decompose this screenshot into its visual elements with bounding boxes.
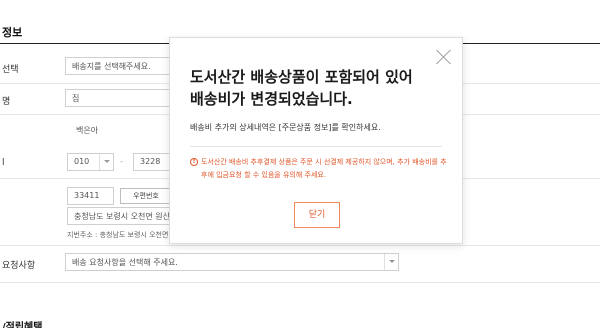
address-select-value: 배송지를 선택해주세요. bbox=[72, 62, 151, 71]
phone-mid-input[interactable]: 3228 bbox=[133, 153, 173, 171]
modal-description: 배송비 추가의 상세내역은 [주문상품 정보]를 확인하세요. bbox=[190, 123, 381, 132]
row-label-phone: l bbox=[2, 158, 5, 168]
zipcode-value: 33411 bbox=[74, 191, 100, 200]
delivery-request-select[interactable]: 배송 요청사항을 선택해 주세요. bbox=[65, 253, 399, 271]
row-label-select-address: 선택 bbox=[2, 65, 19, 75]
row-label-address-name: 명 bbox=[2, 97, 11, 107]
delivery-request-value: 배송 요청사항을 선택해 주세요. bbox=[72, 258, 178, 267]
phone-prefix-select[interactable]: 010 bbox=[67, 153, 114, 171]
address-input[interactable]: 충청남도 보령시 오천면 원산... bbox=[67, 207, 173, 225]
address-note: 지번주소 : 충청남도 보령시 오천면 bbox=[67, 231, 169, 239]
modal-divider bbox=[190, 146, 442, 147]
row-divider bbox=[0, 282, 600, 283]
phone-dash: - bbox=[120, 157, 123, 166]
modal-title: 도서산간 배송상품이 포함되어 있어 배송비가 변경되었습니다. bbox=[190, 68, 413, 108]
address-name-value: 집 bbox=[72, 94, 80, 103]
close-button[interactable]: 닫기 bbox=[294, 202, 340, 228]
notice-text: 도서산간 배송비 추후결제 상품은 주문 시 선결제 제공하지 않으며, 추가 … bbox=[201, 158, 447, 179]
phone-mid-value: 3228 bbox=[140, 157, 161, 166]
section-title: 정보 bbox=[2, 26, 23, 39]
zipcode-input[interactable]: 33411 bbox=[67, 187, 114, 205]
zipcode-search-button[interactable]: 우편번호 bbox=[120, 188, 172, 204]
info-circle-icon: ! bbox=[190, 158, 198, 166]
modal-notice: ! 도서산간 배송비 추후결제 상품은 주문 시 선결제 제공하지 않으며, 추… bbox=[190, 156, 448, 182]
recipient-value: 백은아 bbox=[76, 126, 99, 135]
address-value: 충청남도 보령시 오천면 원산... bbox=[74, 212, 173, 221]
row-label-request: 요청사항 bbox=[2, 261, 36, 271]
benefits-section-title: /적립혜택 bbox=[2, 322, 43, 328]
chevron-down-icon bbox=[99, 154, 113, 170]
phone-prefix-value: 010 bbox=[74, 157, 90, 166]
close-icon[interactable] bbox=[435, 48, 453, 66]
chevron-down-icon bbox=[384, 254, 398, 270]
shipping-fee-modal: 도서산간 배송상품이 포함되어 있어 배송비가 변경되었습니다. 배송비 추가의… bbox=[169, 37, 463, 244]
recipient-input[interactable]: 백은아 bbox=[74, 122, 174, 140]
row-divider bbox=[0, 245, 600, 246]
